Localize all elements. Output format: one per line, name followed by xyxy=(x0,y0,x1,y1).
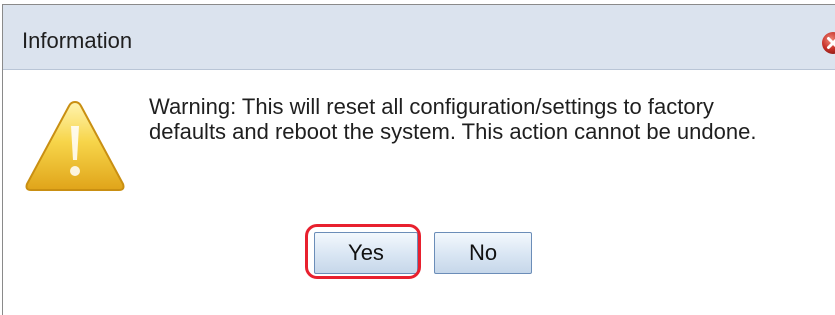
dialog-title: Information xyxy=(22,28,133,53)
close-icon xyxy=(822,32,835,54)
yes-button[interactable]: Yes xyxy=(314,232,418,274)
no-button[interactable]: No xyxy=(434,232,532,274)
close-button[interactable] xyxy=(821,31,835,55)
warning-icon xyxy=(25,100,125,191)
information-dialog: Information Warning: This will reset all… xyxy=(2,4,835,315)
warning-message: Warning: This will reset all configurati… xyxy=(149,94,757,144)
dialog-titlebar: Information xyxy=(3,5,835,70)
